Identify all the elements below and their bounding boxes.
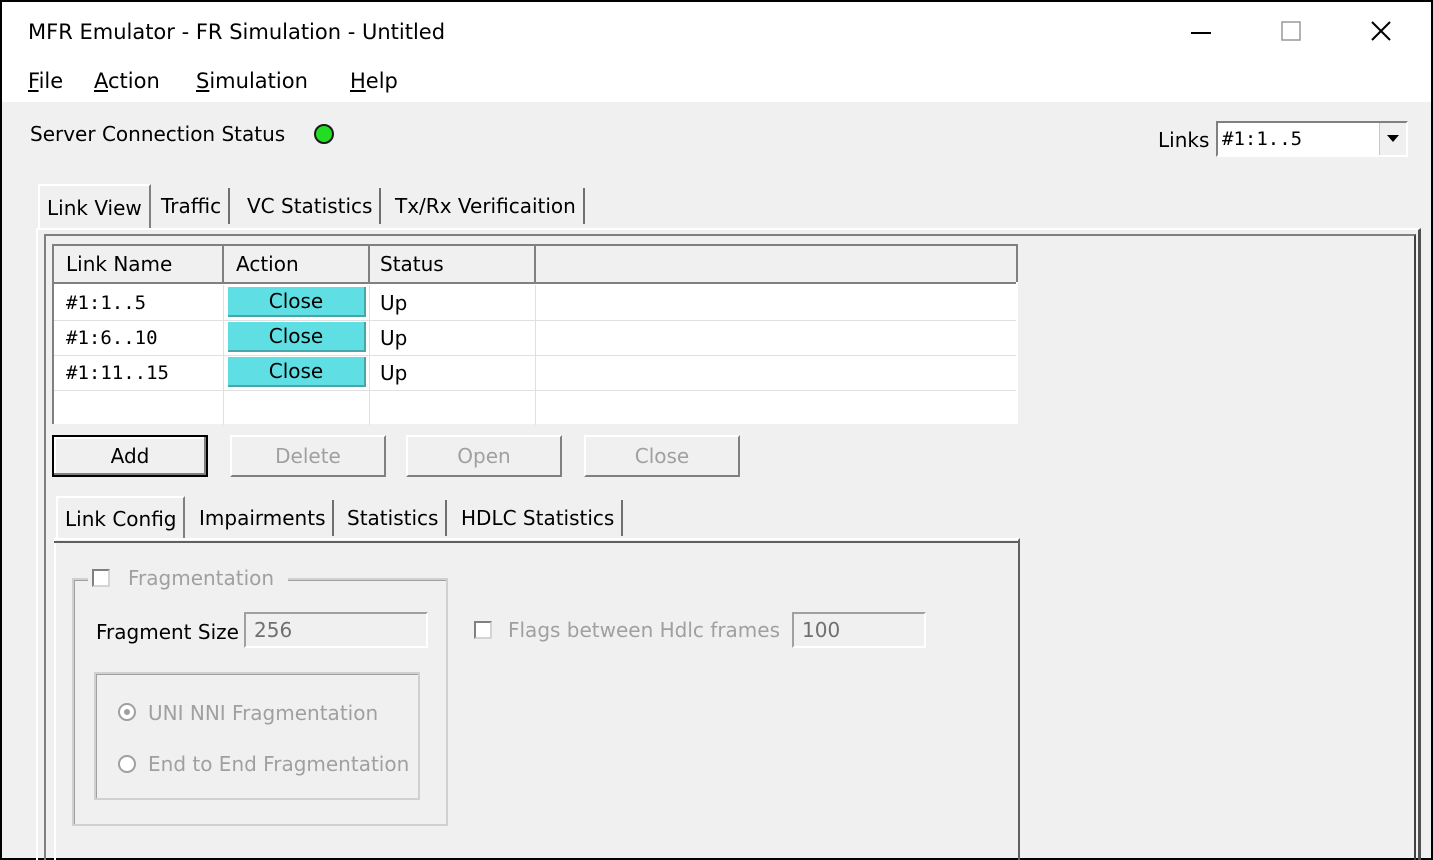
menu-help[interactable]: Help	[350, 69, 398, 93]
menu-simulation[interactable]: Simulation	[196, 69, 308, 93]
uni-nni-fragmentation-label: UNI NNI Fragmentation	[148, 701, 379, 725]
link-config-panel-topline	[54, 541, 1018, 543]
end-to-end-fragmentation-label: End to End Fragmentation	[148, 752, 410, 776]
table-row[interactable]: #1:1..5 Close Up	[54, 285, 1016, 321]
table-row[interactable]: #1:6..10 Close Up	[54, 320, 1016, 356]
menu-file[interactable]: File	[28, 69, 63, 93]
flags-between-hdlc-checkbox[interactable]	[474, 621, 492, 639]
link-table: Link Name Action Status #1:1..5 Close Up…	[52, 244, 1018, 425]
column-header-link-name[interactable]: Link Name	[54, 246, 224, 282]
links-dropdown[interactable]: #1:1..5	[1216, 121, 1408, 157]
window-title: MFR Emulator - FR Simulation - Untitled	[28, 20, 446, 44]
fragmentation-checkbox[interactable]	[92, 569, 110, 587]
fragmentation-label: Fragmentation	[128, 566, 275, 590]
links-dropdown-value: #1:1..5	[1222, 128, 1303, 150]
menu-action[interactable]: Action	[94, 69, 160, 93]
link-name-cell: #1:6..10	[54, 320, 224, 355]
maximize-icon	[1281, 21, 1301, 41]
maximize-button[interactable]	[1246, 2, 1336, 60]
tab-tx-rx-verification[interactable]: Tx/Rx Verificaition	[388, 188, 585, 224]
close-icon	[1371, 21, 1391, 41]
table-row[interactable]: #1:11..15 Close Up	[54, 355, 1016, 391]
flags-between-hdlc-label: Flags between Hdlc frames	[508, 618, 781, 642]
minimize-button[interactable]	[1156, 2, 1246, 60]
server-connection-status-label: Server Connection Status	[30, 122, 286, 146]
tab-link-config[interactable]: Link Config	[56, 496, 186, 540]
uni-nni-fragmentation-radio[interactable]	[118, 703, 136, 721]
column-header-status[interactable]: Status	[370, 246, 536, 282]
flags-between-hdlc-field[interactable]: 100	[792, 612, 926, 648]
delete-button[interactable]: Delete	[230, 435, 386, 477]
link-table-header: Link Name Action Status	[54, 246, 1018, 284]
action-cell: Close	[224, 355, 370, 390]
tab-statistics[interactable]: Statistics	[340, 500, 448, 536]
action-cell: Close	[224, 320, 370, 355]
tab-link-view[interactable]: Link View	[38, 184, 151, 230]
connection-status-led-icon	[314, 124, 334, 144]
fragment-size-label: Fragment Size	[96, 620, 239, 644]
tab-traffic[interactable]: Traffic	[154, 188, 231, 224]
close-link-button[interactable]: Close	[228, 322, 366, 352]
status-cell: Up	[370, 320, 536, 355]
close-button[interactable]: Close	[584, 435, 740, 477]
action-cell: Close	[224, 285, 370, 320]
fragmentation-mode-group	[94, 672, 420, 800]
column-header-empty	[536, 246, 1018, 282]
links-label: Links	[1158, 128, 1210, 152]
close-link-button[interactable]: Close	[228, 287, 366, 317]
close-link-button[interactable]: Close	[228, 357, 366, 387]
link-name-cell: #1:1..5	[54, 285, 224, 320]
minimize-icon	[1191, 32, 1211, 34]
status-cell: Up	[370, 355, 536, 390]
tab-impairments[interactable]: Impairments	[192, 500, 335, 536]
fragment-size-field[interactable]: 256	[244, 612, 428, 648]
close-window-button[interactable]	[1336, 2, 1426, 60]
link-name-cell: #1:11..15	[54, 355, 224, 390]
status-cell: Up	[370, 285, 536, 320]
column-header-action[interactable]: Action	[224, 246, 370, 282]
end-to-end-fragmentation-radio[interactable]	[118, 755, 136, 773]
table-row-empty[interactable]	[54, 390, 1016, 425]
tab-vc-statistics[interactable]: VC Statistics	[240, 188, 382, 224]
open-button[interactable]: Open	[406, 435, 562, 477]
dropdown-arrow-icon[interactable]	[1379, 123, 1406, 155]
tab-hdlc-statistics[interactable]: HDLC Statistics	[454, 500, 624, 536]
add-button[interactable]: Add	[52, 435, 208, 477]
